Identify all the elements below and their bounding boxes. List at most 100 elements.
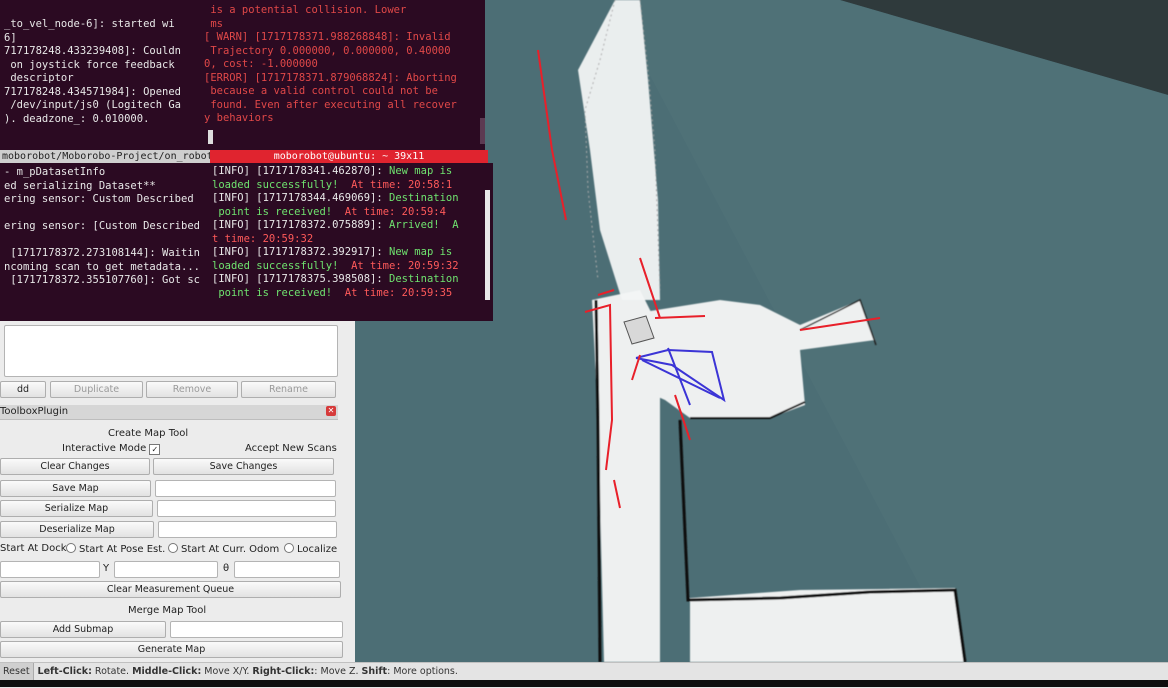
interactive-mode-label: Interactive Mode	[62, 443, 147, 454]
terminal-text: New map is	[389, 246, 453, 258]
reset-button[interactable]: Reset	[0, 663, 34, 681]
terminal-line: ering sensor: [Custom Described	[4, 220, 200, 232]
serialize-map-button[interactable]: Serialize Map	[0, 500, 153, 517]
terminal-line: is a potential collision. Lower	[204, 4, 407, 16]
terminal-line: y behaviors	[204, 112, 274, 124]
terminal-cursor	[208, 130, 213, 144]
status-shift: Shift	[361, 666, 388, 677]
save-map-button[interactable]: Save Map	[0, 480, 151, 497]
radio-start-at-curr-odom[interactable]: Start At Curr. Odom	[168, 543, 279, 555]
terminal-text: [INFO] [1717178372.392917]:	[212, 246, 390, 258]
terminal-title-active[interactable]: moborobot@ubuntu: ~ 39x11	[210, 150, 488, 163]
terminal-text: point is received!	[212, 205, 345, 218]
radio-start-at-pose-est-label: Start At Pose Est.	[79, 544, 166, 555]
accept-new-scans-label[interactable]: Accept New Scans	[245, 443, 337, 454]
terminal-navigation-log[interactable]: [INFO] [1717178341.462870]: New map is lo…	[208, 163, 493, 321]
terminal-move-base[interactable]: is a potential collision. Lower ms[ WARN…	[200, 0, 485, 150]
radio-localize[interactable]: Localize	[284, 543, 337, 555]
terminal-text: At time: 20:58:1	[351, 178, 453, 191]
terminal-line: [INFO] [1717178344.469069]: Destination	[208, 192, 493, 206]
radio-icon[interactable]	[168, 543, 178, 553]
pose-y-label: Y	[103, 563, 110, 574]
radio-localize-label: Localize	[297, 544, 338, 555]
terminal-text: Destination	[389, 192, 459, 204]
terminal-line: ms	[204, 17, 223, 30]
save-changes-button[interactable]: Save Changes	[153, 458, 334, 475]
deserialize-map-button[interactable]: Deserialize Map	[0, 521, 154, 538]
terminal-line: [1717178372.273108144]: Waitin	[4, 247, 200, 259]
terminal-text: [INFO] [1717178372.075889]:	[212, 219, 390, 231]
clear-changes-button[interactable]: Clear Changes	[0, 458, 150, 475]
serialize-filename-input[interactable]	[157, 500, 336, 517]
radio-start-at-dock-label: Start At Dock	[0, 543, 67, 554]
add-button[interactable]: dd	[0, 381, 46, 398]
pose-theta-input[interactable]	[234, 561, 340, 578]
terminal-text: At time: 20:59:4	[344, 205, 446, 218]
interactive-mode-checkbox[interactable]: Interactive Mode ✓	[62, 443, 161, 455]
status-middle-desc: Move X/Y.	[201, 666, 253, 677]
terminal-line: [ERROR] [1717178371.879068824]: Aborting	[204, 71, 457, 84]
tool-list[interactable]	[4, 325, 338, 377]
status-middle-click: Middle-Click:	[132, 666, 202, 677]
terminal-line: ). deadzone_: 0.010000.	[4, 112, 150, 125]
radio-icon[interactable]	[66, 543, 76, 553]
terminal-line: [INFO] [1717178375.398508]: Destination	[208, 273, 493, 287]
deserialize-filename-input[interactable]	[158, 521, 337, 538]
terminal-line: on joystick force feedback	[4, 58, 175, 71]
status-left-desc: Rotate.	[91, 666, 133, 677]
terminal-text: At time: 20:59:35	[344, 286, 453, 299]
status-right-click: Right-Click:	[252, 666, 315, 677]
terminal-line: _to_vel_node-6]: started wi	[4, 18, 175, 30]
terminal-line: ering sensor: Custom Described	[4, 193, 194, 205]
terminal-text: Arrived! A	[389, 219, 459, 231]
radio-start-at-pose-est[interactable]: Start At Pose Est.	[66, 543, 165, 555]
terminal-text: [INFO] [1717178344.469069]:	[212, 192, 390, 204]
terminal-text: At time: 20:59:32	[351, 259, 459, 272]
terminal-line: [1717178372.355107760]: Got sc	[4, 274, 200, 286]
terminal-joystick[interactable]: _to_vel_node-6]: started wi 6] 717178248.4…	[0, 0, 200, 150]
terminal-scrollbar-right[interactable]	[485, 190, 490, 300]
generate-map-button[interactable]: Generate Map	[0, 641, 343, 658]
terminal-slam-toolbox[interactable]: - m_pDatasetInfo ed serializing Dataset**…	[0, 163, 213, 321]
submap-filename-input[interactable]	[170, 621, 343, 638]
checkmark-icon[interactable]: ✓	[149, 444, 161, 455]
screen-bezel	[0, 680, 1168, 687]
close-icon[interactable]: ✕	[326, 406, 336, 416]
terminal-text: t time: 20:59:32	[212, 232, 314, 245]
add-submap-button[interactable]: Add Submap	[0, 621, 166, 638]
plugin-header: ToolboxPlugin ✕	[0, 405, 338, 420]
pose-theta-label: θ	[223, 563, 230, 574]
radio-start-at-dock[interactable]: Start At Dock	[0, 543, 66, 554]
terminal-line: 717178248.433239408]: Couldn	[4, 45, 182, 57]
radio-icon[interactable]	[284, 543, 294, 553]
terminal-line: 0, cost: -1.000000	[204, 58, 318, 70]
terminal-line: point is received! At time: 20:59:4	[208, 206, 493, 220]
terminal-title-left[interactable]: moborobot/Moborobo-Project/on_robot/	[0, 150, 210, 163]
terminal-line: loaded successfully! At time: 20:58:1	[208, 179, 493, 193]
duplicate-button[interactable]: Duplicate	[50, 381, 143, 398]
terminal-line: point is received! At time: 20:59:35	[208, 287, 493, 301]
terminal-scrollbar[interactable]	[480, 118, 485, 144]
merge-map-tool-label: Merge Map Tool	[128, 605, 207, 616]
terminal-line: Trajectory 0.000000, 0.000000, 0.40000	[204, 44, 451, 57]
status-right-desc: : Move Z.	[314, 666, 362, 677]
terminal-line: because a valid control could not be	[204, 85, 438, 97]
terminal-text: loaded successfully!	[212, 259, 352, 272]
terminal-line: t time: 20:59:32	[208, 233, 493, 247]
remove-button[interactable]: Remove	[146, 381, 238, 398]
pose-x-input[interactable]	[0, 561, 100, 578]
terminal-text: New map is	[389, 165, 453, 177]
rename-button[interactable]: Rename	[241, 381, 336, 398]
status-left-click: Left-Click:	[37, 666, 92, 677]
terminal-line: found. Even after executing all recover	[204, 98, 457, 111]
plugin-title: ToolboxPlugin	[0, 406, 69, 417]
save-map-filename-input[interactable]	[155, 480, 336, 497]
pose-y-input[interactable]	[114, 561, 218, 578]
terminal-line: - m_pDatasetInfo	[4, 166, 106, 178]
clear-measurement-queue-button[interactable]: Clear Measurement Queue	[0, 581, 341, 598]
terminal-line: [INFO] [1717178341.462870]: New map is	[208, 165, 493, 179]
terminal-line: /dev/input/js0 (Logitech Ga	[4, 99, 182, 111]
terminal-line: ncoming scan to get metadata...	[4, 260, 200, 273]
